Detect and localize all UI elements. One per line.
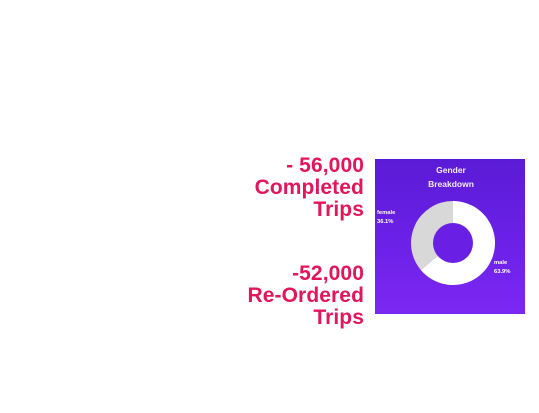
- slice-label-female: female: [377, 210, 396, 216]
- completed-trips-label-line1: Completed: [254, 176, 364, 199]
- completed-trips-value: - 56,000: [286, 154, 364, 177]
- completed-trips-label-line2: Trips: [313, 198, 364, 221]
- reordered-trips-label-line1: Re-Ordered: [247, 284, 364, 307]
- gender-breakdown-card: Gender Breakdown female 36.1% male 63.9%: [375, 159, 525, 314]
- reordered-trips-value: -52,000: [292, 262, 364, 285]
- gender-donut-chart: Gender Breakdown female 36.1% male 63.9%: [377, 165, 510, 285]
- slice-value-male: 63.9%: [494, 269, 510, 275]
- chart-title-line2: Breakdown: [428, 179, 474, 189]
- reordered-trips-stat: -52,000 Re-Ordered Trips: [247, 263, 364, 329]
- slice-label-male: male: [494, 260, 508, 266]
- donut-hole: [433, 223, 473, 263]
- completed-trips-stat: - 56,000 Completed Trips: [255, 155, 364, 221]
- reordered-trips-label-line2: Trips: [313, 306, 364, 329]
- page: - 56,000 Completed Trips -52,000 Re-Orde…: [0, 0, 539, 413]
- chart-title-line1: Gender: [436, 165, 466, 175]
- slice-value-female: 36.1%: [377, 219, 393, 225]
